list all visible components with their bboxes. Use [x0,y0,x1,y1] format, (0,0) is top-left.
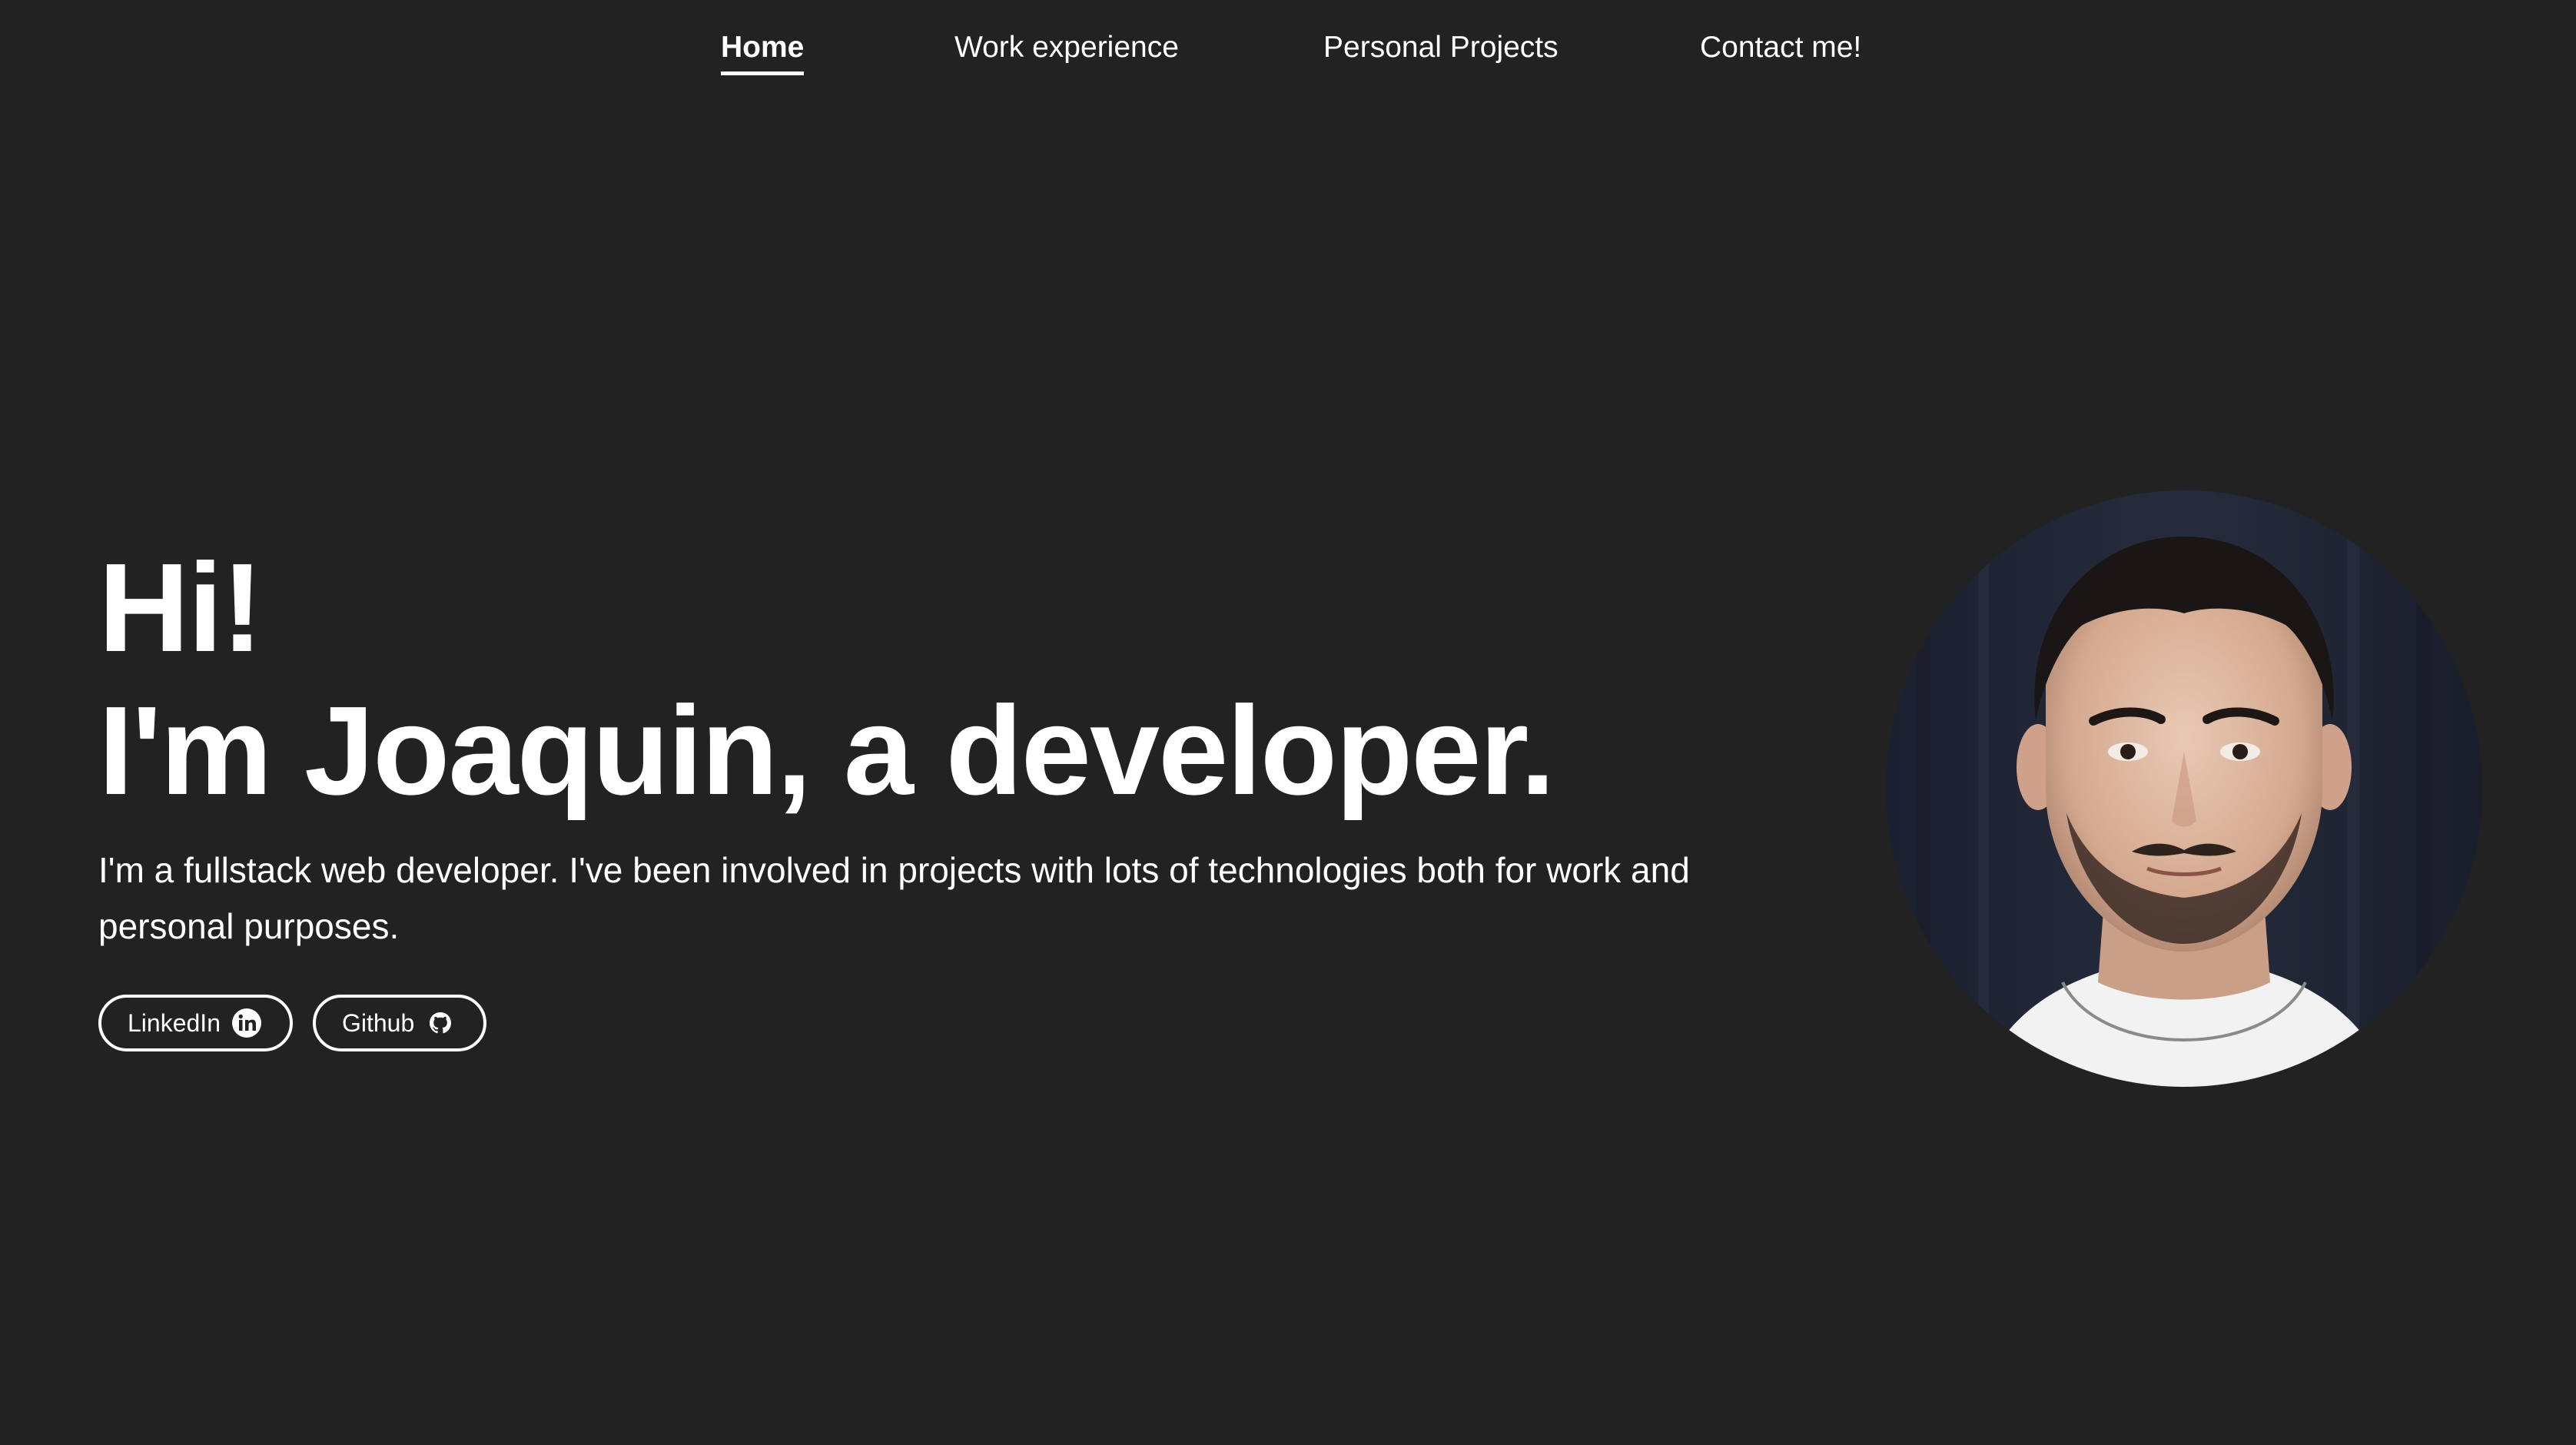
nav-contact-link[interactable]: Contact me! [1700,26,1861,75]
linkedin-icon [230,1006,264,1040]
hero-headline: I'm Joaquin, a developer. [98,680,1555,821]
linkedin-button[interactable]: LinkedIn [98,995,293,1051]
profile-photo [1886,490,2482,1087]
social-buttons: LinkedIn Github [98,995,1820,1051]
hero-greeting: Hi! [98,537,264,678]
github-icon [423,1006,457,1040]
top-navigation: Home Work experience Personal Projects C… [0,26,2576,80]
page: Home Work experience Personal Projects C… [0,0,2576,1445]
linkedin-button-label: LinkedIn [128,1008,221,1037]
profile-photo-illustration [1886,490,2482,1087]
hero-title: Hi! I'm Joaquin, a developer. [98,536,1820,822]
nav-home-link[interactable]: Home [721,26,805,75]
github-button-label: Github [341,1008,415,1037]
github-button[interactable]: Github [312,995,487,1051]
nav-work-experience-link[interactable]: Work experience [954,26,1179,75]
nav-personal-projects-link[interactable]: Personal Projects [1323,26,1559,75]
hero-description: I'm a fullstack web developer. I've been… [98,850,1690,946]
hero-section: Hi! I'm Joaquin, a developer. I'm a full… [98,536,1820,1051]
